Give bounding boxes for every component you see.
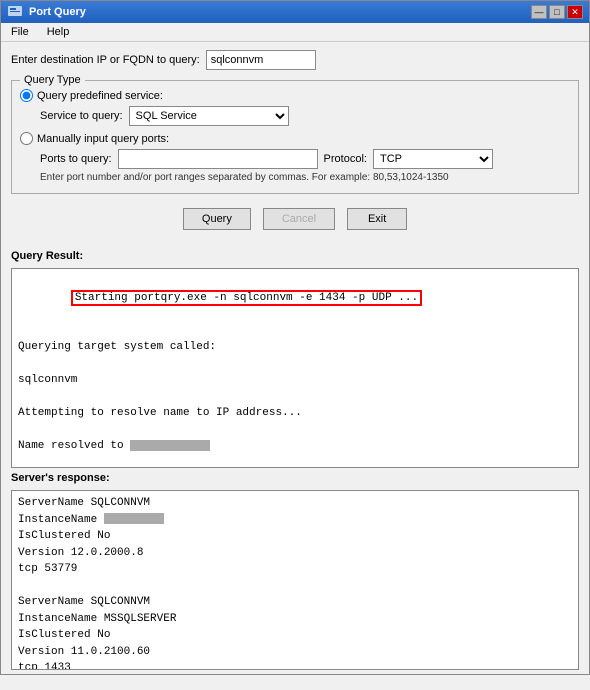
srv-line-2: IsClustered No <box>18 528 572 545</box>
title-bar-left: Port Query <box>7 3 86 22</box>
result-line-2: Querying target system called: <box>18 339 572 356</box>
title-bar: Port Query — □ ✕ <box>1 1 589 23</box>
cancel-button[interactable]: Cancel <box>263 208 335 230</box>
srv-line-7: InstanceName MSSQLSERVER <box>18 611 572 628</box>
protocol-label: Protocol: <box>324 153 367 165</box>
srv-line-6: ServerName SQLCONNVM <box>18 594 572 611</box>
server-response-label: Server's response: <box>11 472 579 484</box>
menu-bar: File Help <box>1 23 589 42</box>
result-line-7 <box>18 422 572 439</box>
result-line-8: Name resolved to <box>18 438 572 455</box>
minimize-button[interactable]: — <box>531 5 547 19</box>
ip-redacted <box>130 440 210 451</box>
result-line-6: Attempting to resolve name to IP address… <box>18 405 572 422</box>
srv-line-3: Version 12.0.2000.8 <box>18 545 572 562</box>
result-line-5 <box>18 389 572 406</box>
manual-radio[interactable] <box>20 132 33 145</box>
server-response-box[interactable]: ServerName SQLCONNVM InstanceName IsClus… <box>11 490 579 670</box>
service-label: Service to query: <box>40 110 123 122</box>
window-title: Port Query <box>29 6 86 18</box>
srv-line-0: ServerName SQLCONNVM <box>18 495 572 512</box>
srv-line-1: InstanceName <box>18 512 572 529</box>
srv-line-9: Version 11.0.2100.60 <box>18 644 572 661</box>
main-window: Port Query — □ ✕ File Help Enter destina… <box>0 0 590 675</box>
manual-radio-row: Manually input query ports: <box>20 132 570 145</box>
close-button[interactable]: ✕ <box>567 5 583 19</box>
maximize-button[interactable]: □ <box>549 5 565 19</box>
title-controls: — □ ✕ <box>531 5 583 19</box>
predefined-radio[interactable] <box>20 89 33 102</box>
service-row: Service to query: SQL Service DNS FTP HT… <box>40 106 570 126</box>
instance-redacted-1 <box>104 513 164 524</box>
srv-line-4: tcp 53779 <box>18 561 572 578</box>
ports-row: Ports to query: Protocol: TCP UDP Both <box>40 149 570 169</box>
protocol-row: Protocol: TCP UDP Both <box>324 149 493 169</box>
query-button[interactable]: Query <box>183 208 251 230</box>
predefined-radio-row: Query predefined service: <box>20 89 570 102</box>
predefined-label: Query predefined service: <box>37 90 163 102</box>
protocol-select[interactable]: TCP UDP Both <box>373 149 493 169</box>
exit-button[interactable]: Exit <box>347 208 407 230</box>
destination-input[interactable] <box>206 50 316 70</box>
destination-row: Enter destination IP or FQDN to query: <box>11 50 579 70</box>
service-select[interactable]: SQL Service DNS FTP HTTP <box>129 106 289 126</box>
menu-file[interactable]: File <box>7 25 33 39</box>
srv-line-8: IsClustered No <box>18 627 572 644</box>
destination-label: Enter destination IP or FQDN to query: <box>11 54 200 66</box>
ports-input[interactable] <box>118 149 318 169</box>
srv-line-5 <box>18 578 572 595</box>
ports-label: Ports to query: <box>40 153 112 165</box>
results-area: Query Result: Starting portqry.exe -n sq… <box>1 242 589 674</box>
starting-command-highlight: Starting portqry.exe -n sqlconnvm -e 143… <box>71 290 422 306</box>
result-line-4: sqlconnvm <box>18 372 572 389</box>
button-row: Query Cancel Exit <box>11 208 579 230</box>
menu-help[interactable]: Help <box>43 25 74 39</box>
query-result-label: Query Result: <box>11 250 579 262</box>
result-line-0: Starting portqry.exe -n sqlconnvm -e 143… <box>18 273 572 323</box>
query-type-label: Query Type <box>20 74 85 86</box>
result-line-9 <box>18 455 572 469</box>
result-line-3 <box>18 356 572 373</box>
result-line-1 <box>18 323 572 340</box>
app-icon <box>7 3 23 22</box>
ports-hint: Enter port number and/or port ranges sep… <box>40 171 570 185</box>
srv-line-10: tcp 1433 <box>18 660 572 670</box>
manual-label: Manually input query ports: <box>37 133 169 145</box>
form-area: Enter destination IP or FQDN to query: Q… <box>1 42 589 242</box>
query-type-group: Query Type Query predefined service: Ser… <box>11 80 579 194</box>
query-result-box[interactable]: Starting portqry.exe -n sqlconnvm -e 143… <box>11 268 579 468</box>
